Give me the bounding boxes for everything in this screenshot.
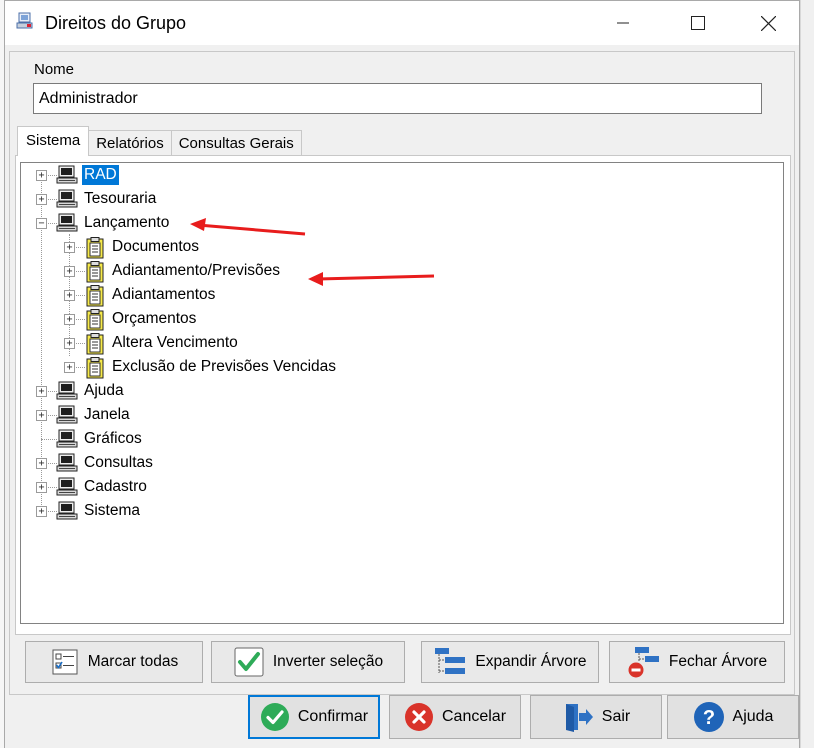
annotation-arrow <box>308 272 435 286</box>
annotation-arrows <box>190 218 435 286</box>
tab-sistema[interactable]: Sistema <box>17 126 90 156</box>
annotation-arrow <box>190 218 306 236</box>
